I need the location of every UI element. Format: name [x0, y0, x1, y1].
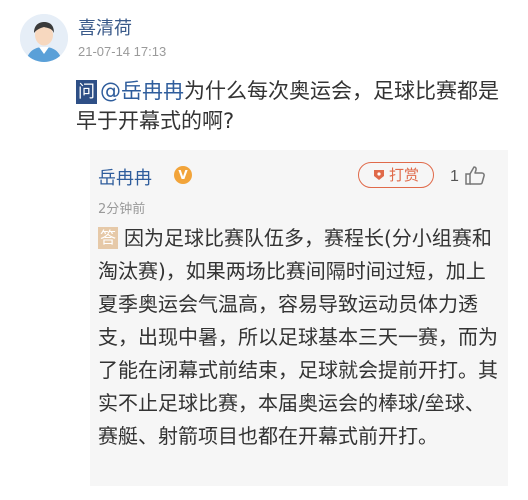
answer-text: 因为足球比赛队伍多，赛程长(分小组赛和淘汰赛)，如果两场比赛间隔时间过短，加上夏…	[98, 226, 498, 448]
reward-label: 打赏	[388, 166, 419, 184]
answer-time: 2分钟前	[98, 202, 146, 217]
thumbs-up-icon[interactable]	[464, 164, 486, 186]
gift-icon	[373, 170, 384, 180]
like-count: 1	[450, 168, 459, 185]
reward-button[interactable]: 打赏	[358, 162, 434, 188]
avatar[interactable]	[20, 14, 68, 62]
answer-text-block: 答因为足球比赛队伍多，赛程长(分小组赛和淘汰赛)，如果两场比赛间隔时间过短，加上…	[98, 222, 504, 453]
user-avatar-icon	[20, 14, 68, 62]
answer-author-name[interactable]: 岳冉冉	[98, 164, 152, 190]
mention-link[interactable]: @岳冉冉	[100, 79, 184, 103]
question-badge: 问	[76, 80, 97, 104]
verified-badge-icon: V	[174, 166, 192, 184]
question-text-block: 问 @岳冉冉为什么每次奥运会，足球比赛都是早于开幕式的啊?	[76, 76, 516, 136]
post-author-name[interactable]: 喜清荷	[78, 14, 132, 40]
answer-badge: 答	[98, 227, 119, 249]
post-timestamp: 21-07-14 17:13	[78, 44, 167, 59]
answer-card: 岳冉冉 V 打赏 1 2分钟前 答因为足球比赛队伍多，赛程长(分小组赛和淘汰赛)…	[90, 150, 508, 486]
